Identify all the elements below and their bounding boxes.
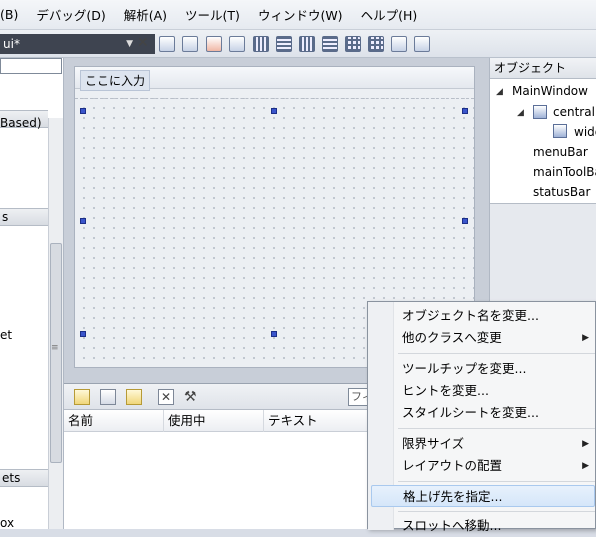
column-header-used[interactable]: 使用中 [164, 410, 264, 432]
menu-item-analyze[interactable]: 解析(A) [115, 5, 176, 24]
chevron-down-icon[interactable]: ▼ [126, 34, 133, 54]
menu-item-label: スタイルシートを変更... [402, 405, 539, 420]
tree-item-centralwidget[interactable]: central' [553, 105, 596, 119]
expanded-arrow-icon[interactable]: ◢ [517, 108, 524, 118]
widget-filter-input[interactable] [0, 58, 62, 74]
widget-item[interactable]: Based) [0, 116, 42, 130]
open-document-selector[interactable]: ui* ▼ [0, 34, 155, 54]
edit-widgets-icon[interactable] [159, 36, 175, 52]
column-header-text[interactable]: テキスト [264, 410, 374, 432]
menu-item-label: ヒントを変更... [402, 383, 489, 398]
object-column-header[interactable]: オブジェクト [490, 58, 596, 79]
layout-grid-icon[interactable] [345, 36, 361, 52]
menu-separator [398, 353, 595, 354]
widget-item[interactable]: ox [0, 516, 14, 530]
break-layout-icon[interactable] [414, 36, 430, 52]
adjust-size-icon[interactable] [391, 36, 407, 52]
selection-handle[interactable] [80, 331, 86, 337]
designer-toolbar: ui* ▼ ✕ [0, 30, 596, 58]
configure-tool-icon[interactable]: ⚒ [184, 389, 200, 405]
grip-icon: ≡ [51, 343, 59, 353]
menu-item-label: 格上げ先を指定... [403, 489, 503, 504]
form-menubar[interactable]: ここに入力 [75, 67, 474, 91]
widget-box-panel: Based) s et ets ox ≡ [0, 58, 64, 530]
splitter-vertical-icon[interactable] [322, 36, 338, 52]
menu-separator [398, 511, 595, 512]
menu-separator [398, 481, 595, 482]
expanded-arrow-icon[interactable]: ◢ [496, 87, 503, 97]
selection-handle[interactable] [80, 108, 86, 114]
menu-change-stylesheet[interactable]: スタイルシートを変更... [371, 402, 595, 424]
menu-promote-to[interactable]: 格上げ先を指定... [371, 485, 595, 507]
edit-signals-icon[interactable] [182, 36, 198, 52]
layout-horizontal-icon[interactable] [253, 36, 269, 52]
menu-item-debug[interactable]: デバッグ(D) [27, 5, 114, 24]
submenu-arrow-icon: ▶ [582, 439, 589, 449]
edit-buddies-icon[interactable] [206, 36, 222, 52]
menu-go-to-slot[interactable]: スロットへ移動... [371, 515, 595, 537]
tree-item-statusbar[interactable]: statusBar [533, 185, 590, 199]
tree-item-mainwindow[interactable]: MainWindow [512, 84, 588, 98]
menu-size-constraints[interactable]: 限界サイズ ▶ [371, 433, 595, 455]
column-header-name[interactable]: 名前 [64, 410, 164, 432]
menu-change-tooltip[interactable]: ツールチップを変更... [371, 358, 595, 380]
widget-item[interactable]: et [0, 328, 12, 342]
menu-item-window[interactable]: ウィンドウ(W) [249, 5, 352, 24]
splitter-horizontal-icon[interactable] [299, 36, 315, 52]
close-document-icon[interactable]: ✕ [137, 35, 149, 51]
delete-action-icon[interactable]: ✕ [158, 389, 174, 405]
selection-handle[interactable] [80, 218, 86, 224]
menu-item-build[interactable]: (B) [0, 7, 27, 22]
document-name: ui* [3, 37, 20, 51]
new-action-icon[interactable] [74, 389, 90, 405]
layout-vertical-icon[interactable] [276, 36, 292, 52]
selection-handle[interactable] [462, 218, 468, 224]
selection-handle[interactable] [271, 331, 277, 337]
paste-action-icon[interactable] [126, 389, 142, 405]
menu-change-whatsthis[interactable]: ヒントを変更... [371, 380, 595, 402]
menu-item-label: スロットへ移動... [402, 518, 502, 533]
menu-item-label: レイアウトの配置 [402, 458, 503, 473]
menu-item-tools[interactable]: ツール(T) [176, 5, 249, 24]
selection-handle[interactable] [271, 108, 277, 114]
type-here-placeholder[interactable]: ここに入力 [80, 70, 151, 91]
menu-item-label: ツールチップを変更... [402, 361, 527, 376]
context-menu: オブジェクト名を変更... 他のクラスへ変更 ▶ ツールチップを変更... ヒン… [367, 301, 596, 533]
menu-item-label: 他のクラスへ変更 [402, 330, 502, 345]
submenu-arrow-icon: ▶ [582, 333, 589, 343]
menu-separator [398, 428, 595, 429]
tree-item-menubar[interactable]: menuBar [533, 145, 588, 159]
menu-morph-into[interactable]: 他のクラスへ変更 ▶ [371, 327, 595, 349]
edit-tab-order-icon[interactable] [229, 36, 245, 52]
selection-handle[interactable] [462, 108, 468, 114]
menu-item-label: オブジェクト名を変更... [402, 308, 539, 323]
form-layout-icon[interactable] [368, 36, 384, 52]
menu-lay-out[interactable]: レイアウトの配置 ▶ [371, 455, 595, 477]
menu-item-label: 限界サイズ [402, 436, 465, 451]
copy-action-icon[interactable] [100, 389, 116, 405]
scrollbar-thumb[interactable] [50, 243, 62, 463]
tree-item-maintoolbar[interactable]: mainToolBa [533, 165, 596, 179]
widget-icon [553, 124, 567, 138]
widget-box-scrollbar[interactable]: ≡ [48, 118, 63, 529]
widget-icon [533, 105, 547, 119]
menu-bar: (B) デバッグ(D) 解析(A) ツール(T) ウィンドウ(W) ヘルプ(H) [0, 0, 596, 30]
menu-change-object-name[interactable]: オブジェクト名を変更... [371, 305, 595, 327]
tree-item-widget[interactable]: widg [574, 125, 596, 139]
menu-item-help[interactable]: ヘルプ(H) [352, 5, 427, 24]
widget-category-header[interactable]: s [0, 208, 48, 226]
submenu-arrow-icon: ▶ [582, 461, 589, 471]
widget-category-header[interactable]: ets [0, 469, 48, 487]
